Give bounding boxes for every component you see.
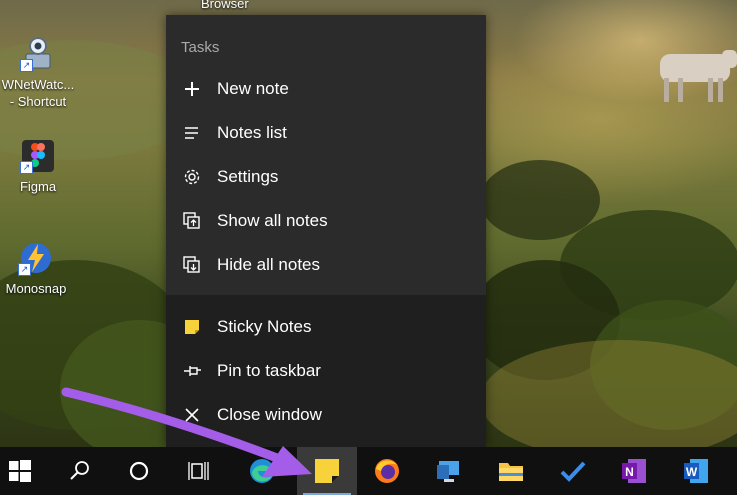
jump-list-item-notes-list[interactable]: Notes list <box>166 113 486 153</box>
task-view-icon <box>188 462 209 480</box>
word-icon: W <box>684 459 708 483</box>
hide-notes-icon <box>182 255 202 275</box>
cow-image <box>660 50 737 102</box>
pin-icon <box>182 361 202 381</box>
list-icon <box>182 123 202 143</box>
desktop-icon-label: Figma <box>19 179 57 194</box>
firefox-button[interactable] <box>360 447 414 495</box>
jump-list-item-close-window[interactable]: Close window <box>166 395 486 435</box>
sticky-notes-icon <box>315 459 339 483</box>
app-actions-section: Sticky Notes Pin to taskbar Close window <box>166 295 486 447</box>
jump-list-item-settings[interactable]: Settings <box>166 157 486 197</box>
start-button[interactable] <box>0 447 54 495</box>
cortana-circle-icon <box>129 461 149 481</box>
sticky-notes-button[interactable] <box>297 447 357 495</box>
monosnap-icon: ↗ <box>18 240 54 276</box>
jump-list-item-show-all-notes[interactable]: Show all notes <box>166 201 486 241</box>
tasks-section-title: Tasks <box>181 39 220 56</box>
onenote-icon: N <box>622 459 646 483</box>
windows-logo-icon <box>9 460 31 482</box>
gear-icon <box>182 167 202 187</box>
desktop-icon-label-browser: Browser <box>201 0 249 11</box>
shortcut-arrow-icon: ↗ <box>18 263 31 276</box>
jump-list-item-label: Show all notes <box>217 211 328 230</box>
show-notes-icon <box>182 211 202 231</box>
edge-icon <box>250 459 274 483</box>
close-icon <box>182 405 202 425</box>
svg-text:N: N <box>625 465 634 479</box>
sticky-notes-jump-list: Tasks New note Notes list Settings Show … <box>166 15 486 447</box>
desktop-icon-monosnap[interactable]: ↗ Monosnap <box>0 240 76 297</box>
sticky-notes-icon <box>182 317 202 337</box>
search-button[interactable] <box>54 447 108 495</box>
network-watcher-icon: ↗ <box>20 36 56 72</box>
folder-icon <box>499 463 523 481</box>
plus-icon <box>182 79 202 99</box>
cortana-button[interactable] <box>113 447 167 495</box>
figma-icon: ↗ <box>20 138 56 174</box>
remote-desktop-icon <box>437 461 459 482</box>
desktop-icon-wnetwatcher[interactable]: ↗ WNetWatc... - Shortcut <box>0 36 78 110</box>
jump-list-item-label: New note <box>217 79 289 98</box>
firefox-icon <box>375 459 399 483</box>
task-view-button[interactable] <box>173 447 227 495</box>
jump-list-item-new-note[interactable]: New note <box>166 69 486 109</box>
jump-list-item-label: Notes list <box>217 123 287 142</box>
taskbar: N W <box>0 447 737 495</box>
edge-button[interactable] <box>236 447 290 495</box>
jump-list-item-pin-to-taskbar[interactable]: Pin to taskbar <box>166 351 486 391</box>
jump-list-item-label: Sticky Notes <box>217 317 312 336</box>
file-explorer-button[interactable] <box>484 447 538 495</box>
checkmark-icon <box>560 461 586 482</box>
shortcut-arrow-icon: ↗ <box>20 59 33 72</box>
desktop-icon-label: Monosnap <box>5 281 67 296</box>
jump-list-item-hide-all-notes[interactable]: Hide all notes <box>166 245 486 285</box>
jump-list-item-sticky-notes[interactable]: Sticky Notes <box>166 307 486 347</box>
jump-list-item-label: Pin to taskbar <box>217 361 321 380</box>
onenote-button[interactable]: N <box>607 447 661 495</box>
remote-desktop-button[interactable] <box>422 447 476 495</box>
tasks-section: Tasks New note Notes list Settings Show … <box>166 15 486 295</box>
svg-text:W: W <box>686 465 698 479</box>
jump-list-item-label: Settings <box>217 167 279 186</box>
shortcut-arrow-icon: ↗ <box>20 161 33 174</box>
desktop-icon-label: WNetWatc... <box>1 77 75 92</box>
desktop-icon-figma[interactable]: ↗ Figma <box>0 138 78 195</box>
jump-list-item-label: Close window <box>217 405 322 424</box>
desktop-icon-label: - Shortcut <box>9 94 67 109</box>
word-button[interactable]: W <box>669 447 723 495</box>
search-icon <box>70 461 89 480</box>
todo-button[interactable] <box>546 447 600 495</box>
jump-list-item-label: Hide all notes <box>217 255 321 274</box>
